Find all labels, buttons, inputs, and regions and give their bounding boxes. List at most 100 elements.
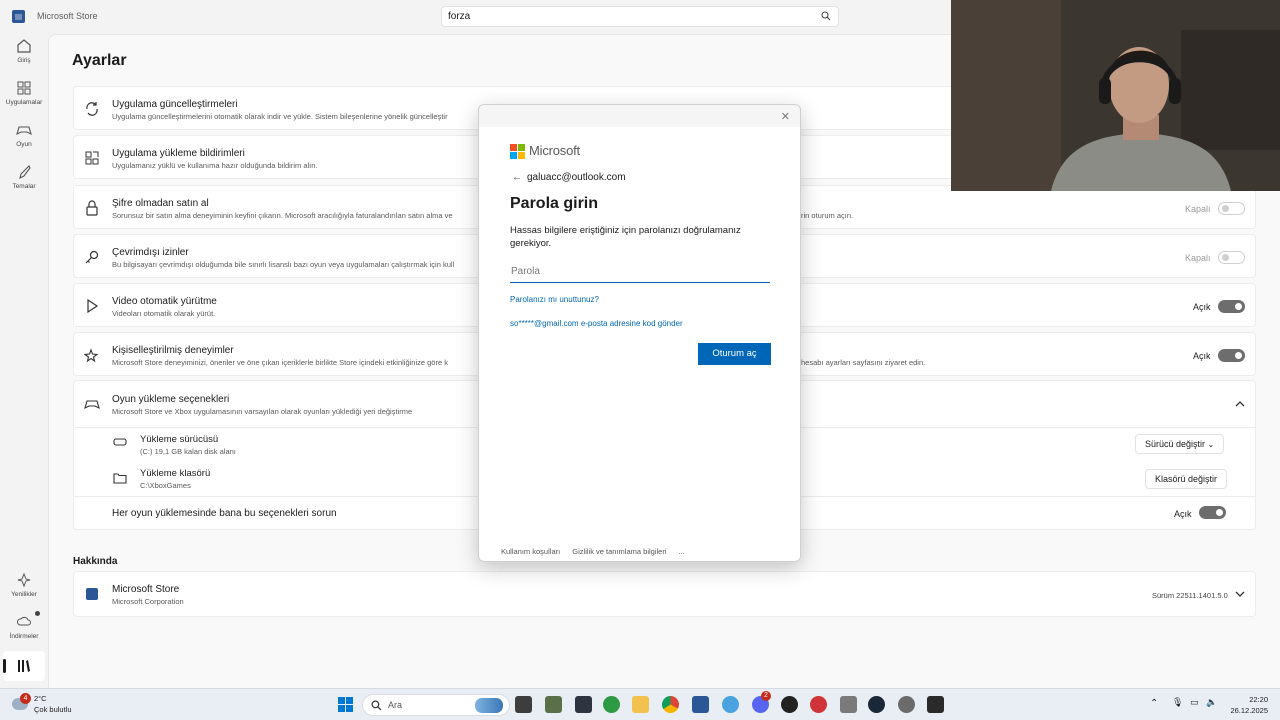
about-section-title: Hakkında (73, 556, 118, 567)
settings-icon[interactable] (898, 696, 915, 713)
weather-widget[interactable]: 4 2°C Çok bulutlu (12, 693, 102, 718)
drive-desc: (C:) 19,1 GB kalan disk alanı (140, 447, 236, 456)
personalized-toggle[interactable] (1218, 349, 1245, 362)
microphone-icon[interactable]: 🎙 (1172, 697, 1183, 708)
account-email: galuacc@outlook.com (527, 172, 626, 183)
setting-title: Kişiselleştirilmiş deneyimler (112, 345, 234, 356)
key-icon (85, 250, 99, 264)
store-logo-icon (12, 10, 25, 23)
back-arrow-icon[interactable]: ← (512, 172, 522, 183)
sidebar-item-gaming[interactable]: Oyun (0, 122, 48, 162)
folder-title: Yükleme klasörü (140, 468, 211, 479)
setting-title: Çevrimdışı izinler (112, 247, 189, 258)
app-icon-cube[interactable] (575, 696, 592, 713)
sidebar-item-library[interactable] (3, 651, 45, 681)
chevron-up-icon[interactable] (1235, 400, 1245, 407)
chrome-icon[interactable] (662, 696, 679, 713)
setting-desc-tail: rin oturum açın. (801, 211, 854, 220)
setting-title: Uygulama yükleme bildirimleri (112, 148, 245, 159)
terms-link[interactable]: Kullanım koşulları (501, 547, 560, 556)
email-code-link[interactable]: so*****@gmail.com e-posta adresine kod g… (510, 319, 683, 328)
close-icon[interactable]: ✕ (781, 110, 790, 123)
calculator-icon[interactable] (840, 696, 857, 713)
chevron-up-icon[interactable]: ⌃ (1150, 698, 1158, 709)
account-row[interactable]: ← galuacc@outlook.com (512, 172, 626, 183)
setting-title: Video otomatik yürütme (112, 296, 217, 307)
setting-desc: Microsoft Store ve Xbox uygulamasının va… (112, 407, 413, 416)
change-drive-button[interactable]: Sürücü değiştir ⌄ (1135, 434, 1225, 454)
privacy-link[interactable]: Gizlilik ve tanımlama bilgileri (572, 547, 666, 556)
sidebar-item-themes[interactable]: Temalar (0, 164, 48, 204)
app-icon-dark[interactable] (781, 696, 798, 713)
discord-icon[interactable]: 2 (752, 691, 771, 713)
download-cloud-icon (16, 616, 31, 626)
app-icon-red[interactable] (810, 696, 827, 713)
clock-time[interactable]: 22:20 (1249, 695, 1268, 704)
chevron-down-icon[interactable] (1235, 591, 1245, 598)
app-icon-game[interactable] (545, 696, 562, 713)
microsoft-logo-icon (510, 144, 525, 159)
task-view-icon[interactable] (515, 696, 532, 713)
steam-icon[interactable] (868, 696, 885, 713)
drive-icon (113, 438, 127, 446)
toggle-state-label: Kapalı (1185, 253, 1211, 263)
search-box[interactable]: forza (441, 6, 839, 27)
sidebar-item-label: Temalar (12, 183, 36, 190)
sidebar-item-label: Oyun (16, 141, 32, 148)
chevron-down-icon: ⌄ (1207, 440, 1215, 449)
setting-desc: Videoları otomatik olarak yürüt. (112, 309, 216, 318)
sidebar-item-home[interactable]: Giriş (0, 38, 48, 78)
search-icon[interactable] (821, 11, 831, 21)
about-card[interactable]: Microsoft Store Microsoft Corporation Sü… (73, 571, 1256, 617)
apps-icon (17, 81, 31, 95)
dialog-title-bar: ✕ (479, 105, 800, 127)
sidebar-item-downloads[interactable]: İndirmeler (0, 614, 48, 654)
brush-icon (19, 165, 31, 180)
clock-date[interactable]: 26.12.2025 (1230, 706, 1268, 715)
folder-icon (113, 473, 127, 484)
change-drive-label: Sürücü değiştir (1145, 439, 1206, 449)
about-title: Microsoft Store (112, 584, 180, 595)
setting-desc: Uygulama güncelleştirmelerini otomatik o… (112, 112, 448, 121)
password-input[interactable] (510, 261, 770, 283)
epic-games-icon[interactable] (927, 696, 944, 713)
dialog-heading: Parola girin (510, 195, 599, 212)
drive-title: Yükleme sürücüsü (140, 434, 219, 445)
search-input[interactable]: forza (448, 11, 470, 22)
passwordless-toggle[interactable] (1218, 202, 1245, 215)
file-explorer-icon[interactable] (632, 696, 649, 713)
change-folder-button[interactable]: Klasörü değiştir (1145, 469, 1228, 489)
sidebar-item-whats-new[interactable]: Yenilikler (0, 572, 48, 612)
lock-icon (86, 200, 98, 216)
taskbar-search[interactable]: Ara (362, 694, 510, 716)
dialog-footer: Kullanım koşulları Gizlilik ve tanımlama… (501, 547, 695, 556)
sidebar-item-label: Yenilikler (11, 591, 37, 598)
ask-every-time-toggle[interactable] (1199, 506, 1226, 519)
sidebar-item-apps[interactable]: Uygulamalar (0, 80, 48, 120)
setting-desc: Microsoft Store deneyiminizi, öneriler v… (112, 358, 448, 367)
play-icon (87, 298, 99, 314)
xbox-icon[interactable] (603, 696, 620, 713)
setting-title: Şifre olmadan satın al (112, 198, 209, 209)
sidebar-item-label: Uygulamalar (5, 99, 43, 106)
refresh-icon (86, 102, 98, 116)
setting-desc: Uygulamanız yüklü ve kullanıma hazır old… (112, 161, 318, 170)
gamepad-icon (16, 126, 32, 136)
dialog-description: Hassas bilgilere eriştiğiniz için parola… (510, 225, 741, 249)
offline-permissions-toggle[interactable] (1218, 251, 1245, 264)
sign-in-button[interactable]: Oturum aç (698, 343, 771, 365)
start-button[interactable] (337, 696, 354, 713)
sidebar-item-label: İndirmeler (9, 633, 39, 640)
network-icon[interactable]: ▭ (1190, 697, 1199, 708)
sidebar: Giriş Uygulamalar Oyun Temalar Yenilikle… (0, 34, 48, 688)
microsoft-store-icon[interactable] (692, 696, 709, 713)
more-options-button[interactable]: ... (679, 547, 685, 556)
forgot-password-link[interactable]: Parolanızı mı unuttunuz? (510, 295, 599, 304)
webcam-overlay (951, 0, 1280, 191)
settings-gear-app-icon[interactable] (722, 696, 739, 713)
video-autoplay-toggle[interactable] (1218, 300, 1245, 313)
app-notification-icon (85, 151, 99, 165)
volume-icon[interactable]: 🔈 (1206, 697, 1217, 708)
library-icon (18, 660, 30, 672)
sidebar-item-label: Giriş (17, 57, 31, 64)
